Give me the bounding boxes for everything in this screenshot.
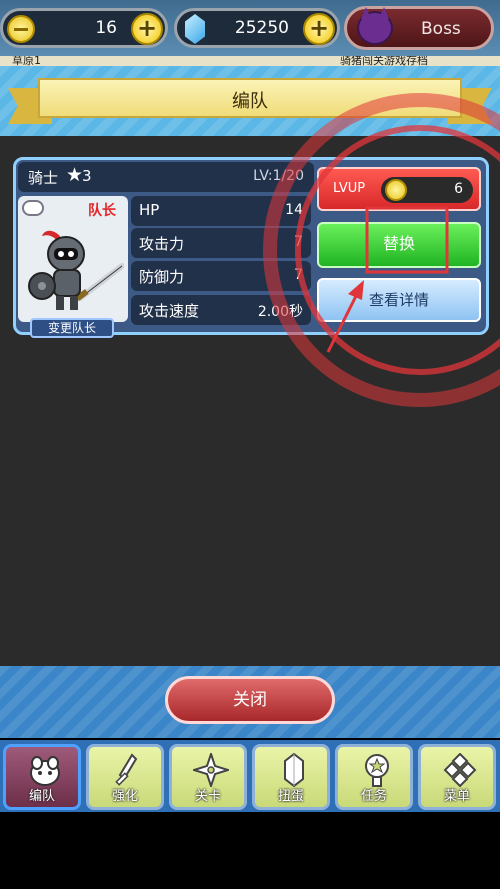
diamond-grid-icon xyxy=(443,753,477,787)
change-leader-button[interactable]: 变更队长 xyxy=(30,318,114,338)
character-portrait[interactable]: 队长 xyxy=(18,196,128,322)
level-up-button[interactable]: LVUP 6 xyxy=(317,167,481,211)
tab-enhance[interactable]: 强化 xyxy=(86,744,164,810)
background-text: 骑猪闯关游戏存档 xyxy=(340,56,428,66)
tab-label: 扭蛋 xyxy=(277,789,304,804)
stat-value: 2.00秒 xyxy=(257,304,303,320)
stat-label: 攻击速度 xyxy=(139,302,200,320)
knight-sprite xyxy=(28,230,124,310)
stat-row-defense: 防御力 7 xyxy=(131,261,311,291)
coin-icon xyxy=(385,179,407,201)
tab-label: 菜单 xyxy=(443,789,470,804)
stat-row-hp: HP 14 xyxy=(131,196,311,226)
formation-icon xyxy=(30,756,60,786)
character-namebar: 骑士 ★ 3 LV:1/20 xyxy=(18,162,314,192)
demon-icon xyxy=(357,11,393,45)
stage-text: 草原1 xyxy=(12,56,41,66)
gem-value: 25250 xyxy=(234,18,289,38)
leader-badge: 队长 xyxy=(88,203,116,219)
stat-row-attack: 攻击力 7 xyxy=(131,228,311,258)
tab-stages[interactable]: 关卡 xyxy=(169,744,247,810)
view-details-button[interactable]: 查看详情 xyxy=(317,278,481,322)
tab-label: 编队 xyxy=(28,789,55,804)
level-up-label: LVUP xyxy=(333,181,366,196)
background-strip: 草原1 骑猪闯关游戏存档 xyxy=(0,56,500,66)
coin-icon xyxy=(7,15,35,43)
coin-value: 16 xyxy=(95,18,117,38)
bottom-letterbox xyxy=(0,812,500,889)
level-up-cost: 6 xyxy=(381,177,473,203)
stat-value: 7 xyxy=(294,267,303,283)
title-ribbon: 编队 xyxy=(8,78,492,126)
tab-missions[interactable]: 任务 xyxy=(335,744,413,810)
tab-label: 任务 xyxy=(360,789,387,804)
stat-label: 防御力 xyxy=(139,268,185,286)
tab-formation[interactable]: 编队 xyxy=(3,744,81,810)
star-level: 3 xyxy=(82,167,92,185)
star-icon: ★ xyxy=(66,164,84,186)
stat-label: HP xyxy=(139,201,160,219)
tab-label: 强化 xyxy=(111,789,138,804)
boss-button[interactable]: Boss xyxy=(344,6,494,50)
stat-value: 14 xyxy=(285,202,303,218)
crystal-icon xyxy=(284,753,304,787)
cloud-icon xyxy=(22,200,44,216)
tab-label: 关卡 xyxy=(194,789,221,804)
stat-value: 7 xyxy=(294,234,303,250)
medal-icon xyxy=(365,754,389,787)
character-name: 骑士 xyxy=(28,169,59,187)
coin-counter: 16 + xyxy=(0,8,168,48)
tab-menu[interactable]: 菜单 xyxy=(418,744,496,810)
shuriken-icon xyxy=(193,753,229,787)
tab-gacha[interactable]: 扭蛋 xyxy=(252,744,330,810)
stat-label: 攻击力 xyxy=(139,235,185,253)
close-button[interactable]: 关闭 xyxy=(165,676,335,724)
add-coins-button[interactable]: + xyxy=(131,13,163,45)
character-level: LV:1/20 xyxy=(253,168,304,184)
page-title: 编队 xyxy=(232,91,268,112)
gem-counter: 25250 + xyxy=(174,8,340,48)
boss-label: Boss xyxy=(421,19,461,39)
gem-icon xyxy=(185,14,205,44)
level-up-cost-value: 6 xyxy=(454,181,463,197)
replace-button[interactable]: 替换 xyxy=(317,222,481,268)
add-gems-button[interactable]: + xyxy=(303,13,335,45)
sword-icon xyxy=(115,753,138,786)
stat-row-attack-speed: 攻击速度 2.00秒 xyxy=(131,295,311,325)
